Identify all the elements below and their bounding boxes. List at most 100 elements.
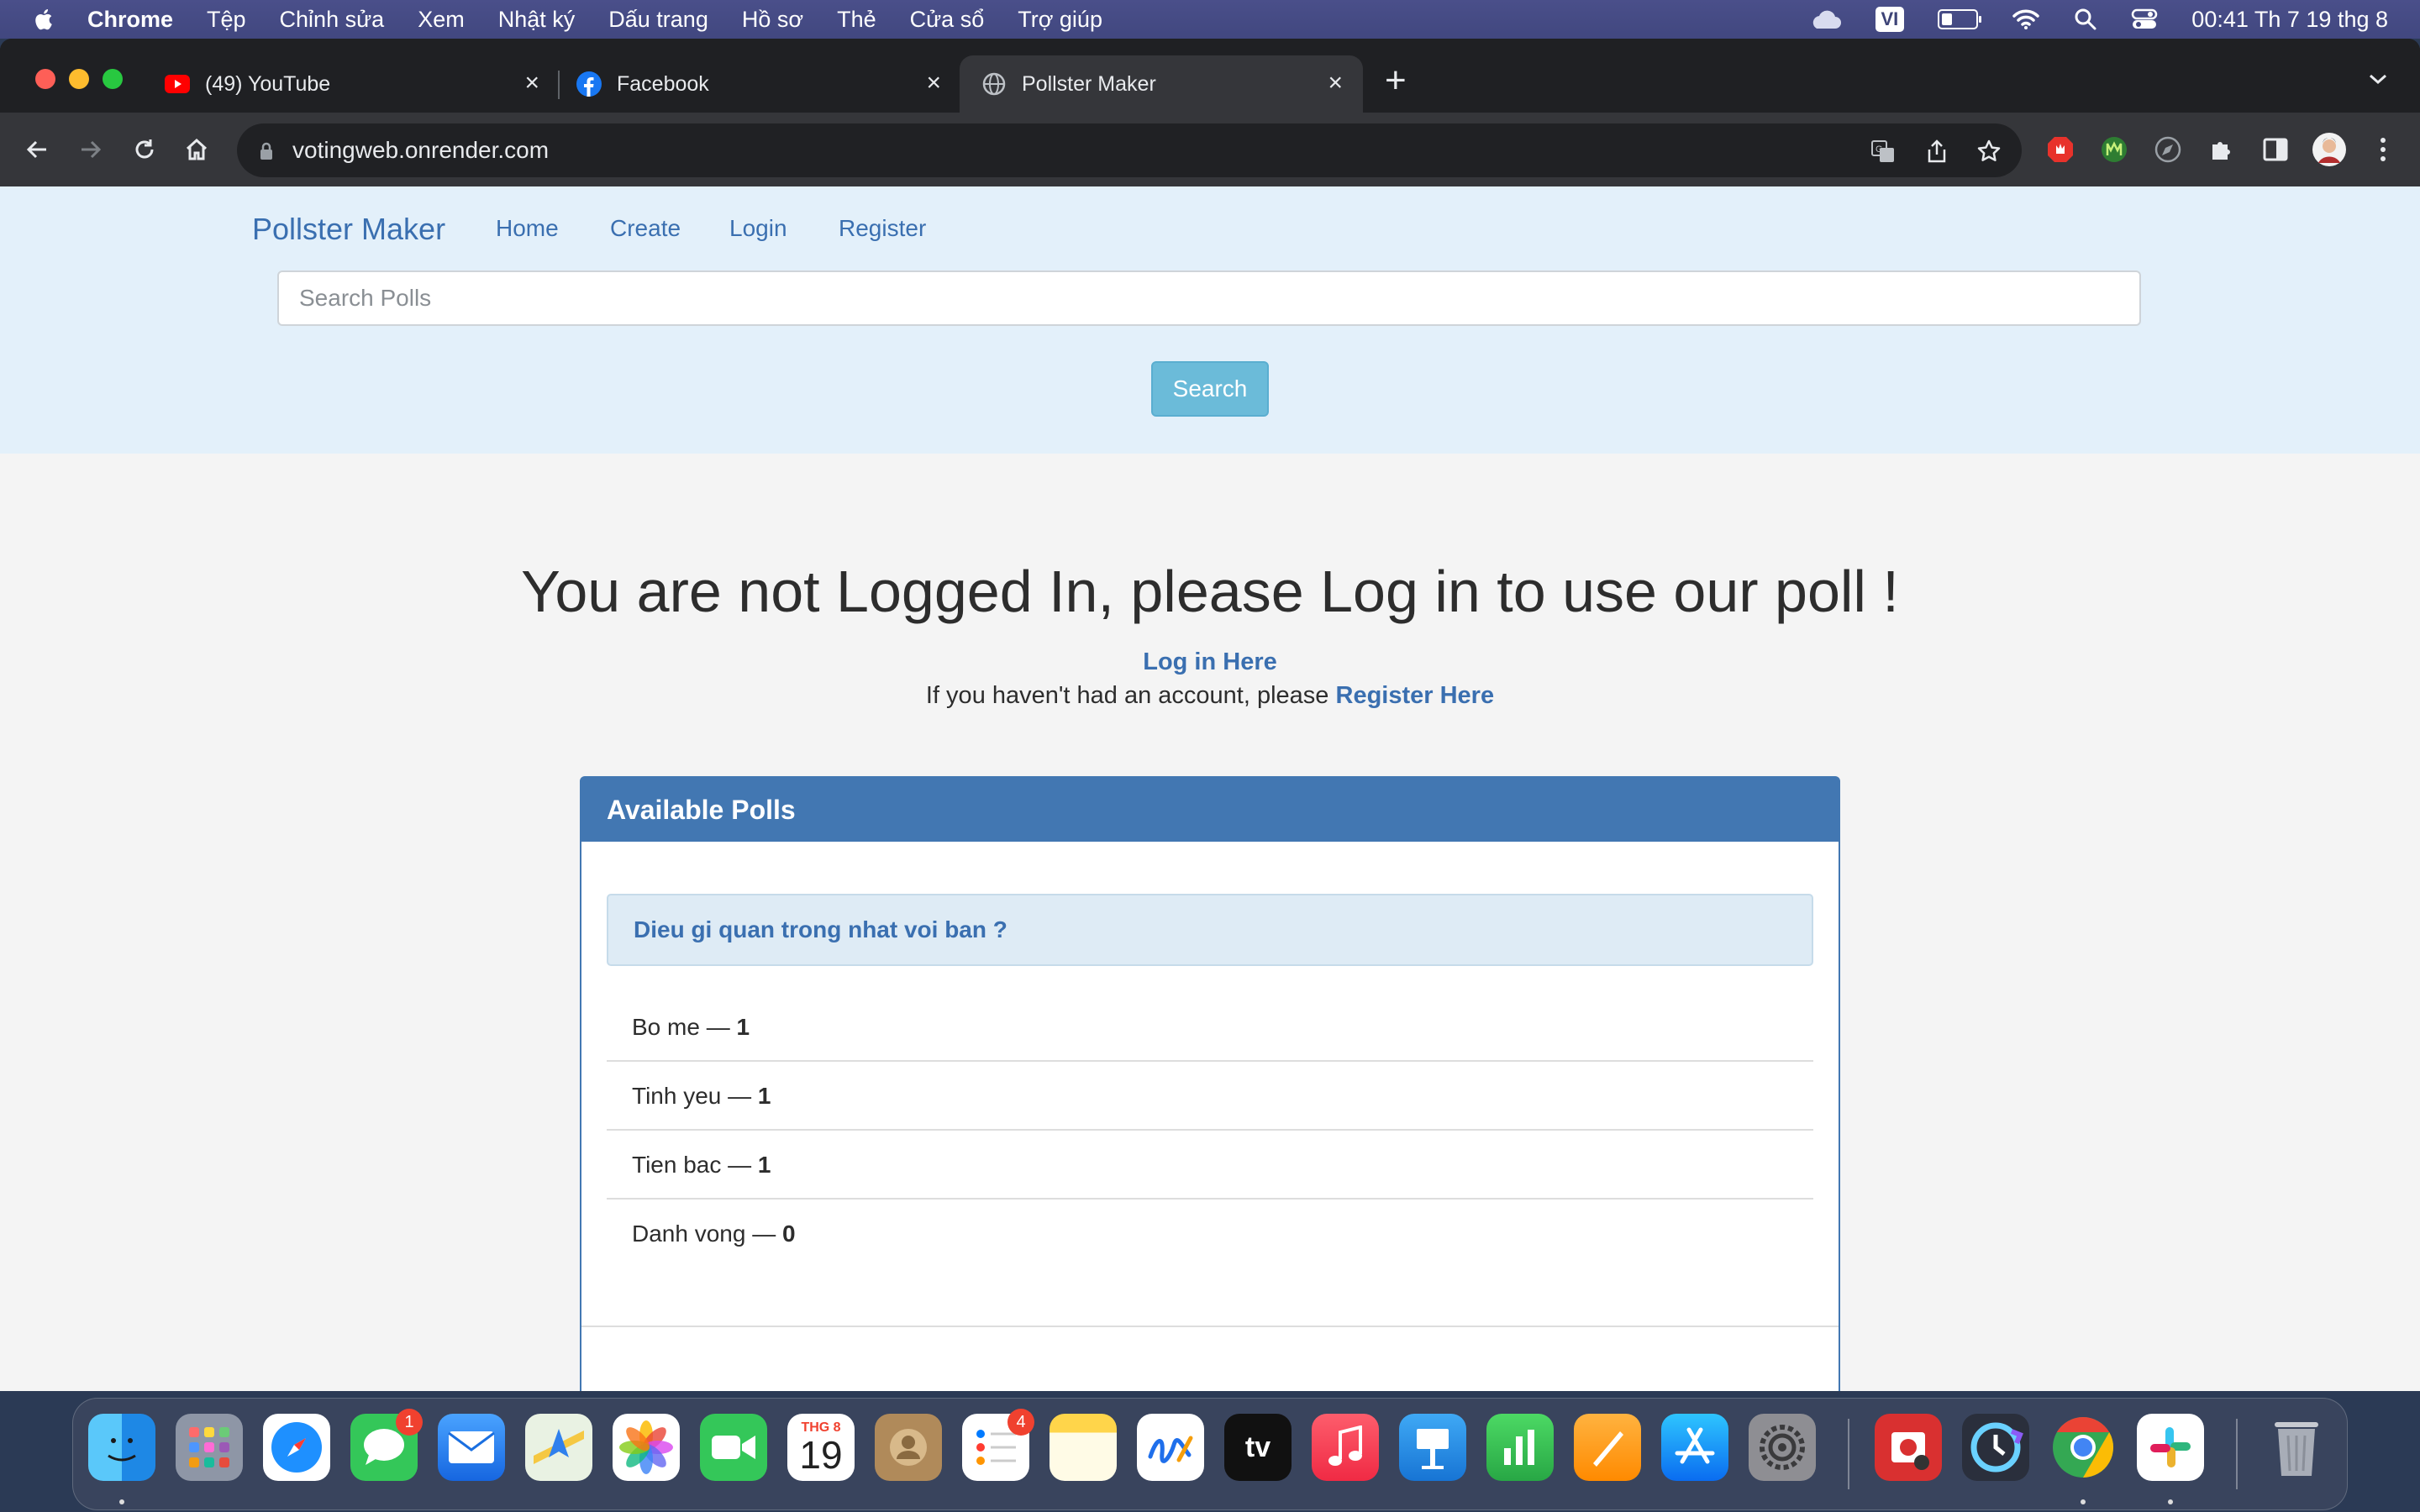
appstore-icon[interactable]	[1661, 1414, 1728, 1481]
launchpad-icon[interactable]	[176, 1414, 243, 1481]
register-here-link[interactable]: Register Here	[1336, 682, 1495, 709]
calendar-icon[interactable]: THG 8 19	[787, 1414, 855, 1481]
tab-youtube[interactable]: (49) YouTube ×	[165, 55, 560, 113]
chrome-icon[interactable]	[2049, 1414, 2117, 1481]
web-page: Pollster Maker Home Create Login Registe…	[0, 186, 2420, 1391]
menu-help[interactable]: Trợ giúp	[1018, 7, 1102, 33]
running-indicator	[119, 1499, 124, 1504]
menu-app-chrome[interactable]: Chrome	[87, 7, 173, 33]
adblock-extension-icon[interactable]	[2044, 133, 2077, 166]
reload-icon	[135, 139, 154, 159]
back-button[interactable]	[18, 131, 55, 168]
slack-icon[interactable]	[2137, 1414, 2204, 1481]
apple-icon[interactable]	[32, 6, 57, 33]
close-tab-icon[interactable]: ×	[1328, 71, 1343, 96]
dock: 1 THG 8 19 4 tv	[72, 1398, 2348, 1510]
running-indicator	[2081, 1499, 2086, 1504]
search-button[interactable]: Search	[1151, 361, 1269, 417]
music-icon[interactable]	[1312, 1414, 1379, 1481]
home-button[interactable]	[178, 131, 215, 168]
poll-question[interactable]: Dieu gi quan trong nhat voi ban ?	[607, 894, 1813, 966]
screentime-icon[interactable]	[1962, 1414, 2029, 1481]
appletv-icon[interactable]: tv	[1224, 1414, 1292, 1481]
nav-login[interactable]: Login	[729, 215, 787, 242]
menu-clock[interactable]: 00:41 Th 7 19 thg 8	[2191, 7, 2388, 33]
menu-view[interactable]: Xem	[418, 7, 465, 33]
new-tab-button[interactable]: +	[1385, 62, 1407, 99]
spotlight-search-icon[interactable]	[2074, 8, 2097, 31]
dock-separator	[2236, 1419, 2238, 1489]
pages-icon[interactable]	[1574, 1414, 1641, 1481]
option-separator: —	[699, 1014, 737, 1040]
poll-option[interactable]: Tinh yeu — 1	[607, 1062, 1813, 1131]
facetime-icon[interactable]	[700, 1414, 767, 1481]
menu-profiles[interactable]: Hồ sơ	[742, 7, 803, 33]
keynote-icon[interactable]	[1399, 1414, 1466, 1481]
menu-history[interactable]: Nhật ký	[498, 7, 576, 33]
photos-icon[interactable]	[613, 1414, 680, 1481]
minimize-window-button[interactable]	[69, 69, 89, 89]
share-icon[interactable]	[1924, 139, 1949, 164]
site-navbar: Pollster Maker Home Create Login Registe…	[0, 186, 2420, 454]
home-icon	[186, 138, 208, 160]
tab-search-chevron-icon[interactable]	[2368, 72, 2388, 86]
photobooth-icon[interactable]	[1875, 1414, 1942, 1481]
address-bar[interactable]: votingweb.onrender.com G	[237, 123, 2022, 177]
poll-option[interactable]: Bo me — 1	[607, 993, 1813, 1062]
side-panel-icon[interactable]	[2259, 133, 2292, 166]
option-vote-count: 0	[782, 1221, 796, 1247]
safari-icon[interactable]	[263, 1414, 330, 1481]
option-vote-count: 1	[757, 1083, 771, 1109]
green-extension-icon[interactable]	[2097, 133, 2131, 166]
reminders-icon[interactable]: 4	[962, 1409, 1034, 1481]
status-area: VI 00:41 Th 7 19 thg 8	[1808, 0, 2388, 39]
menu-bookmarks[interactable]: Dấu trang	[608, 7, 708, 33]
trash-icon[interactable]	[2263, 1414, 2330, 1481]
search-polls-input[interactable]	[277, 270, 2141, 326]
close-window-button[interactable]	[35, 69, 55, 89]
tab-pollster-maker[interactable]: Pollster Maker ×	[960, 55, 1363, 113]
login-here-link[interactable]: Log in Here	[0, 648, 2420, 676]
menu-tab[interactable]: Thẻ	[837, 7, 876, 33]
poll-option[interactable]: Tien bac — 1	[607, 1131, 1813, 1200]
wifi-icon[interactable]	[2012, 8, 2040, 30]
profile-avatar[interactable]	[2312, 133, 2346, 166]
battery-icon[interactable]	[1938, 9, 1982, 29]
close-tab-icon[interactable]: ×	[524, 71, 539, 96]
translate-icon[interactable]: G	[1870, 139, 1896, 164]
youtube-icon	[165, 71, 190, 97]
more-menu-icon[interactable]	[2366, 133, 2400, 166]
menu-file[interactable]: Tệp	[207, 7, 246, 33]
nav-register[interactable]: Register	[839, 215, 926, 242]
reload-button[interactable]	[126, 131, 163, 168]
control-center-icon[interactable]	[2131, 8, 2158, 31]
icloud-icon[interactable]	[1808, 8, 1842, 30]
messages-icon[interactable]: 1	[350, 1409, 423, 1481]
nav-create[interactable]: Create	[610, 215, 681, 242]
menu-edit[interactable]: Chỉnh sửa	[280, 7, 385, 33]
settings-icon[interactable]	[1749, 1414, 1816, 1481]
nav-home[interactable]: Home	[496, 215, 559, 242]
site-brand[interactable]: Pollster Maker	[252, 212, 445, 247]
finder-icon[interactable]	[88, 1414, 155, 1481]
freeform-icon[interactable]	[1137, 1414, 1204, 1481]
mail-icon[interactable]	[438, 1414, 505, 1481]
input-source-badge[interactable]: VI	[1875, 7, 1905, 32]
contacts-icon[interactable]	[875, 1414, 942, 1481]
notes-icon[interactable]	[1050, 1414, 1117, 1481]
zoom-window-button[interactable]	[103, 69, 123, 89]
forward-button[interactable]	[72, 131, 109, 168]
menu-window[interactable]: Cửa sổ	[910, 7, 985, 33]
numbers-icon[interactable]	[1486, 1414, 1554, 1481]
close-tab-icon[interactable]: ×	[926, 71, 941, 96]
lock-icon[interactable]	[259, 142, 274, 160]
url-text[interactable]: votingweb.onrender.com	[292, 137, 549, 164]
maps-icon[interactable]	[525, 1414, 592, 1481]
poll-option[interactable]: Danh vong — 0	[607, 1200, 1813, 1268]
compass-extension-icon[interactable]	[2151, 133, 2185, 166]
panel-divider	[581, 1326, 1839, 1327]
back-arrow-icon	[26, 140, 46, 159]
extensions-puzzle-icon[interactable]	[2205, 133, 2238, 166]
bookmark-star-icon[interactable]	[1976, 139, 2002, 164]
tab-facebook[interactable]: Facebook ×	[576, 55, 961, 113]
